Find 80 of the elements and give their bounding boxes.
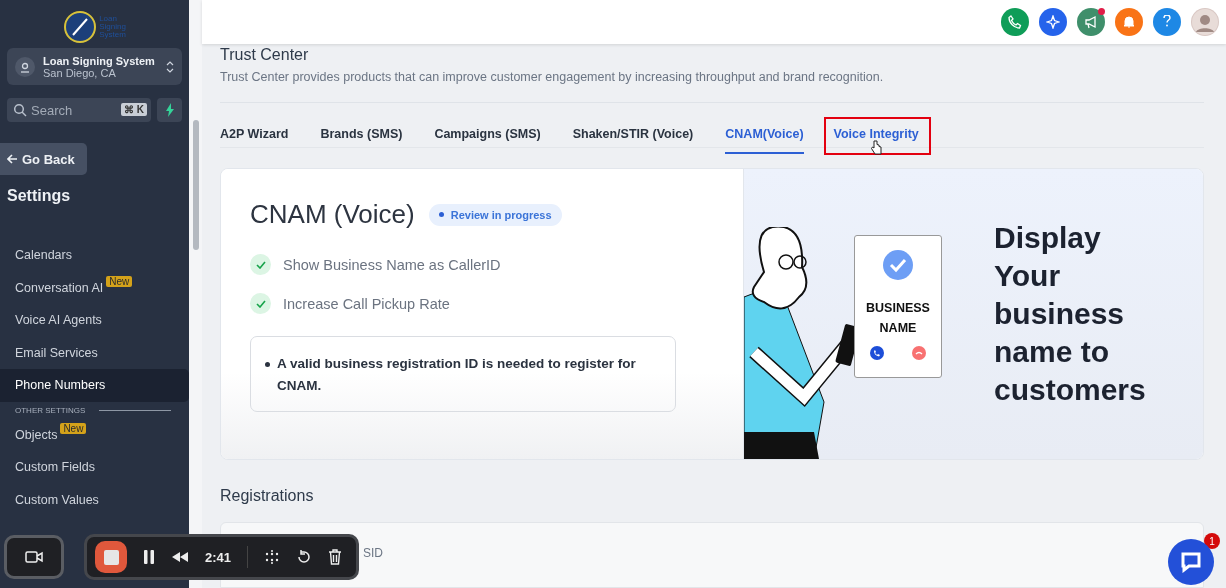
header-icon-button[interactable] xyxy=(1077,8,1105,36)
location-pin-icon xyxy=(15,56,35,77)
restart-icon[interactable] xyxy=(296,549,313,565)
business-name-label: BUSINESS NAME xyxy=(865,300,931,337)
item-label: Custom Fields xyxy=(15,460,95,475)
tab[interactable]: Brands (SMS) xyxy=(320,127,403,152)
item-label: Custom Values xyxy=(15,492,99,507)
tab[interactable]: CNAM(Voice) xyxy=(725,127,804,154)
decline-call-icon xyxy=(912,346,926,360)
page-description: Trust Center provides products that can improve customer engagement by increasing throughput and brand recognition. xyxy=(220,70,1204,103)
accept-call-icon xyxy=(870,346,884,360)
item-label: Email Services xyxy=(15,345,98,360)
sidebar-item[interactable]: Custom Values xyxy=(0,483,189,516)
sidebar-item[interactable]: Voice AI Agents xyxy=(0,304,189,337)
stop-button[interactable] xyxy=(95,541,127,573)
quick-action-button[interactable] xyxy=(157,98,182,122)
item-label: Conversation AI xyxy=(15,280,104,295)
status-pill: Review in progress xyxy=(428,203,562,226)
card-title: CNAM (Voice) xyxy=(250,199,415,230)
sidebar-item[interactable]: Phone Numbers xyxy=(0,369,189,402)
account-switcher[interactable]: Loan Signing System San Diego, CA xyxy=(7,48,182,85)
recording-time: 2:41 xyxy=(205,549,232,565)
header-icon-button[interactable] xyxy=(1001,8,1029,36)
feature-text: Show Business Name as CallerID xyxy=(283,256,501,273)
tab[interactable]: Shaken/STIR (Voice) xyxy=(572,127,694,152)
item-label: Voice AI Agents xyxy=(15,313,102,328)
delete-icon[interactable] xyxy=(328,549,343,565)
hand-cursor-icon xyxy=(869,140,882,155)
header-icon-button[interactable] xyxy=(1039,8,1067,36)
lightning-icon xyxy=(164,103,175,117)
tab[interactable]: Voice Integrity xyxy=(825,119,929,153)
new-badge: New xyxy=(106,275,133,287)
sidebar-item[interactable]: Objects New xyxy=(0,418,189,451)
header-icon-button[interactable] xyxy=(1115,8,1143,36)
avatar-icon xyxy=(1192,9,1218,35)
sparkle-icon xyxy=(1046,15,1060,29)
check-icon xyxy=(250,254,271,275)
check-icon xyxy=(250,293,271,314)
pause-icon[interactable] xyxy=(143,549,155,565)
feature-text: Increase Call Pickup Rate xyxy=(283,295,450,312)
arrow-left-icon xyxy=(7,154,18,164)
camera-button[interactable] xyxy=(4,535,64,579)
section-heading: Registrations xyxy=(220,487,315,505)
promo-headline: Display Your business name to customers xyxy=(994,220,1147,408)
dots-grid-icon[interactable] xyxy=(264,549,281,565)
tab[interactable]: Campaigns (SMS) xyxy=(434,127,541,152)
header-icon-button[interactable] xyxy=(1153,8,1181,36)
item-label: Objects xyxy=(15,427,58,442)
logo-icon xyxy=(63,10,98,44)
go-back-button[interactable]: Go Back xyxy=(0,143,87,175)
bullet-icon xyxy=(265,362,270,367)
scrollbar-thumb[interactable] xyxy=(192,120,199,250)
rewind-icon[interactable] xyxy=(171,551,189,563)
settings-heading: Settings xyxy=(6,186,72,206)
logo-text: Loan Signing System xyxy=(99,15,126,39)
sidebar-item[interactable]: Conversation AI New xyxy=(0,271,189,304)
tab[interactable]: A2P Wizard xyxy=(220,127,289,152)
section-label: OTHER SETTINGS xyxy=(15,405,86,415)
sidebar-item[interactable]: Email Services xyxy=(0,336,189,369)
chat-bubble-icon xyxy=(1180,551,1202,573)
note-text: A valid business registration ID is needed to register for CNAM. xyxy=(277,355,637,395)
notification-badge: 1 xyxy=(1204,533,1220,549)
column-header: SID xyxy=(363,546,383,560)
bell-icon xyxy=(1122,15,1136,29)
new-badge: New xyxy=(60,422,87,434)
sidebar-item[interactable]: Calendars xyxy=(0,239,189,272)
page-title: Trust Center xyxy=(220,46,310,64)
verified-badge-icon xyxy=(881,248,915,282)
header-icon-button[interactable] xyxy=(1191,8,1219,36)
chevron-up-down-icon xyxy=(166,59,174,74)
video-camera-icon xyxy=(25,551,43,563)
shortcut-hint: ⌘ K xyxy=(121,103,147,116)
item-label: Calendars xyxy=(15,248,72,263)
phone-icon xyxy=(1008,15,1022,29)
search-icon xyxy=(13,103,27,117)
account-location: San Diego, CA xyxy=(43,66,116,79)
account-name: Loan Signing System xyxy=(43,54,156,67)
item-label: Phone Numbers xyxy=(15,378,106,393)
sidebar-item[interactable]: Custom Fields xyxy=(0,451,189,484)
megaphone-icon xyxy=(1084,15,1098,29)
